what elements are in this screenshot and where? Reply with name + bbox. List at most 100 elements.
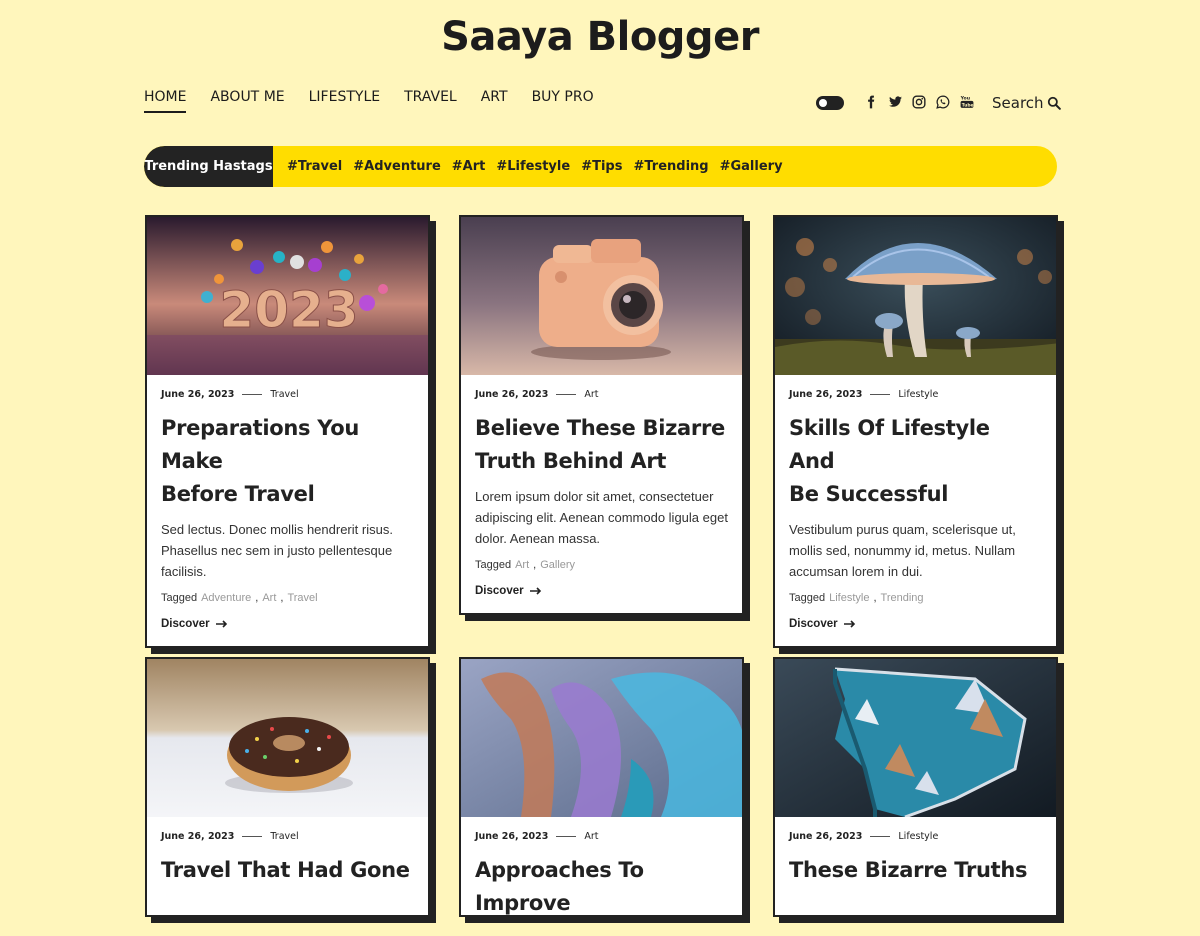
- post-tags: Tagged Art, Gallery: [475, 559, 576, 571]
- nav-item-about-me[interactable]: ABOUT ME: [210, 89, 284, 113]
- trending-tag[interactable]: #Travel: [287, 159, 342, 174]
- nav-item-buy-pro[interactable]: BUY PRO: [532, 89, 594, 113]
- nav-item-art[interactable]: ART: [481, 89, 508, 113]
- post-category[interactable]: Art: [584, 831, 598, 842]
- trending-tag[interactable]: #Lifestyle: [496, 159, 570, 174]
- post-excerpt: Lorem ipsum dolor sit amet, consectetuer…: [475, 489, 728, 546]
- site-title[interactable]: Saaya Blogger: [0, 14, 1200, 60]
- post-title-line: Truth Behind Art: [475, 449, 667, 473]
- post-tags: Tagged Lifestyle, Trending: [789, 592, 924, 604]
- tagged-label: Tagged: [475, 559, 512, 571]
- post-title[interactable]: These Bizarre Truths: [789, 854, 1042, 887]
- post-card: 2023 June 26, 2023 Travel Preparations Y…: [145, 215, 430, 648]
- post-date: June 26, 2023: [475, 389, 549, 400]
- post-excerpt: Vestibulum purus quam, scelerisque ut, m…: [789, 522, 1016, 579]
- arrow-right-icon: [843, 620, 855, 628]
- nav-item-home[interactable]: HOME: [144, 89, 187, 113]
- nav-item-travel[interactable]: TRAVEL: [404, 89, 457, 113]
- tagged-label: Tagged: [161, 592, 198, 604]
- arrow-right-icon: [215, 620, 227, 628]
- post-category[interactable]: Lifestyle: [898, 389, 938, 400]
- discover-link[interactable]: Discover: [789, 618, 1042, 630]
- post-title-line: Before Travel: [161, 482, 315, 506]
- youtube-icon[interactable]: You Tube: [958, 93, 976, 111]
- discover-label: Discover: [475, 585, 524, 597]
- search-button[interactable]: Search: [992, 94, 1061, 112]
- post-category[interactable]: Travel: [270, 831, 298, 842]
- social-links: You Tube: [862, 93, 976, 111]
- post-tags: Tagged Adventure, Art, Travel: [161, 592, 318, 604]
- post-date: June 26, 2023: [161, 389, 235, 400]
- post-title[interactable]: Skills Of Lifestyle And Be Successful: [789, 412, 1042, 511]
- discover-link[interactable]: Discover: [475, 585, 728, 597]
- meta-divider: [242, 836, 263, 837]
- arrow-right-icon: [529, 587, 541, 595]
- twitter-icon[interactable]: [886, 93, 904, 111]
- post-category[interactable]: Art: [584, 389, 598, 400]
- main-nav: HOME ABOUT ME LIFESTYLE TRAVEL ART BUY P…: [144, 89, 618, 113]
- tag-link[interactable]: Lifestyle: [829, 592, 869, 604]
- nav-item-lifestyle[interactable]: LIFESTYLE: [309, 89, 380, 113]
- post-image-map-island[interactable]: [775, 659, 1056, 817]
- post-title-line: Preparations You Make: [161, 416, 360, 473]
- post-card: June 26, 2023 Art Believe These Bizarre …: [459, 215, 744, 615]
- post-title[interactable]: Travel That Had Gone: [161, 854, 414, 887]
- discover-label: Discover: [161, 618, 210, 630]
- tag-link[interactable]: Gallery: [540, 559, 575, 571]
- post-title-line: Approaches To Improve: [475, 858, 644, 915]
- tag-link[interactable]: Art: [515, 559, 529, 571]
- search-icon: [1047, 96, 1061, 110]
- tag-link[interactable]: Art: [262, 592, 276, 604]
- trending-label: Trending Hastags: [144, 146, 273, 187]
- post-title-line: Believe These Bizarre: [475, 416, 725, 440]
- meta-divider: [870, 836, 891, 837]
- dark-mode-toggle[interactable]: [816, 96, 844, 110]
- tagged-label: Tagged: [789, 592, 826, 604]
- search-label: Search: [992, 94, 1044, 112]
- post-image-camera[interactable]: [461, 217, 742, 375]
- tag-link[interactable]: Travel: [287, 592, 317, 604]
- post-title[interactable]: Preparations You Make Before Travel: [161, 412, 414, 511]
- post-title[interactable]: Believe These Bizarre Truth Behind Art: [475, 412, 728, 478]
- trending-tag[interactable]: #Adventure: [353, 159, 441, 174]
- post-card: June 26, 2023 Lifestyle These Bizarre Tr…: [773, 657, 1058, 917]
- trending-tag[interactable]: #Tips: [581, 159, 622, 174]
- post-excerpt: Sed lectus. Donec mollis hendrerit risus…: [161, 522, 393, 579]
- post-image-2023-balloons[interactable]: 2023: [147, 217, 428, 375]
- post-title-line: Travel That Had Gone: [161, 858, 410, 882]
- post-image-mushroom[interactable]: [775, 217, 1056, 375]
- instagram-icon[interactable]: [910, 93, 928, 111]
- trending-tag[interactable]: #Art: [452, 159, 486, 174]
- post-image-donut[interactable]: [147, 659, 428, 817]
- post-image-ink-smoke[interactable]: [461, 659, 742, 817]
- trending-tag[interactable]: #Gallery: [720, 159, 783, 174]
- discover-link[interactable]: Discover: [161, 618, 414, 630]
- post-date: June 26, 2023: [789, 831, 863, 842]
- svg-text:2023: 2023: [219, 281, 358, 339]
- post-title-line: These Bizarre Truths: [789, 858, 1028, 882]
- tag-link[interactable]: Trending: [881, 592, 924, 604]
- post-card: June 26, 2023 Travel Travel That Had Gon…: [145, 657, 430, 917]
- meta-divider: [242, 394, 263, 395]
- post-title[interactable]: Approaches To Improve: [475, 854, 728, 920]
- svg-text:Tube: Tube: [962, 102, 974, 108]
- post-category[interactable]: Travel: [270, 389, 298, 400]
- whatsapp-icon[interactable]: [934, 93, 952, 111]
- meta-divider: [556, 836, 577, 837]
- trending-tag[interactable]: #Trending: [633, 159, 708, 174]
- post-date: June 26, 2023: [789, 389, 863, 400]
- post-card: June 26, 2023 Art Approaches To Improve: [459, 657, 744, 917]
- meta-divider: [870, 394, 891, 395]
- svg-text:You: You: [960, 96, 970, 102]
- post-date: June 26, 2023: [161, 831, 235, 842]
- tag-link[interactable]: Adventure: [201, 592, 251, 604]
- discover-label: Discover: [789, 618, 838, 630]
- post-category[interactable]: Lifestyle: [898, 831, 938, 842]
- trending-tags: #Travel #Adventure #Art #Lifestyle #Tips…: [287, 159, 783, 174]
- post-date: June 26, 2023: [475, 831, 549, 842]
- post-card: June 26, 2023 Lifestyle Skills Of Lifest…: [773, 215, 1058, 648]
- trending-hashtags-bar: Trending Hastags #Travel #Adventure #Art…: [144, 146, 1057, 187]
- facebook-icon[interactable]: [862, 93, 880, 111]
- meta-divider: [556, 394, 577, 395]
- post-title-line: Be Successful: [789, 482, 949, 506]
